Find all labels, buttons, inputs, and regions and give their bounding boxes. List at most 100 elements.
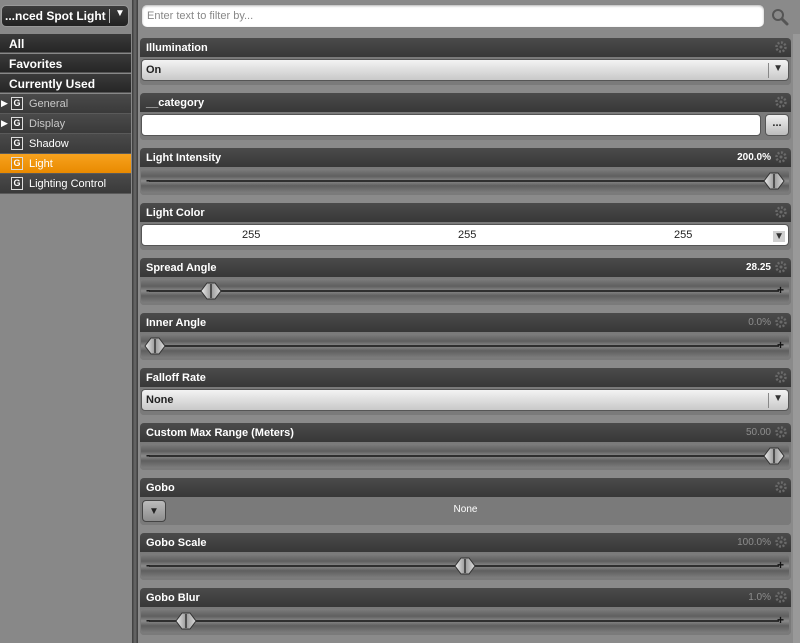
property-header: Spread Angle 28.25 [140, 258, 791, 277]
increment-icon[interactable]: + [777, 283, 784, 297]
increment-icon[interactable]: + [777, 613, 784, 627]
group-label: Shadow [29, 138, 69, 150]
property-header: Light Intensity 200.0% [140, 148, 791, 167]
left-panel: ...nced Spot Light ▼ All Favorites Curre… [0, 0, 132, 643]
dropdown-value: None [146, 394, 174, 406]
chevron-down-icon[interactable]: ▼ [773, 231, 785, 242]
properties-panel: Enter text to filter by... Illumination … [138, 0, 800, 643]
property-label: Inner Angle [146, 317, 207, 329]
browse-button[interactable]: ... [765, 114, 789, 136]
property-label: Spread Angle [146, 262, 217, 274]
filter-currently-used[interactable]: Currently Used [0, 74, 131, 93]
gear-icon[interactable] [774, 535, 788, 549]
filter-favorites[interactable]: Favorites [0, 54, 131, 73]
group-item-lighting-control[interactable]: G Lighting Control [0, 174, 131, 194]
search-input[interactable]: Enter text to filter by... [141, 4, 765, 28]
falloff-rate-dropdown[interactable]: None ▼ [141, 389, 789, 411]
property-header: Custom Max Range (Meters) 50.00 [140, 423, 791, 442]
property-value[interactable]: 0.0% [748, 317, 771, 328]
group-item-display[interactable]: ▶ G Display [0, 114, 131, 134]
property-header: Gobo Blur 1.0% [140, 588, 791, 607]
property-header: Inner Angle 0.0% [140, 313, 791, 332]
property-category: __category ... [140, 93, 791, 140]
property-label: Gobo Scale [146, 537, 207, 549]
gobo-scale-slider[interactable]: - + [141, 554, 789, 578]
property-gobo-blur: Gobo Blur 1.0% - + [140, 588, 791, 635]
node-selector-label: ...nced Spot Light [5, 9, 106, 23]
dropdown-separator [768, 393, 769, 408]
dropdown-separator [109, 9, 110, 23]
property-gobo: Gobo ▼ None [140, 478, 791, 525]
gear-icon[interactable] [774, 150, 788, 164]
node-selector-dropdown[interactable]: ...nced Spot Light ▼ [1, 5, 129, 27]
increment-icon[interactable]: + [777, 338, 784, 352]
group-icon: G [11, 157, 23, 170]
group-label: Lighting Control [29, 178, 107, 190]
gear-icon[interactable] [774, 370, 788, 384]
property-falloff-rate: Falloff Rate None ▼ [140, 368, 791, 415]
color-red-value[interactable]: 255 [242, 229, 260, 241]
property-spread-angle: Spread Angle 28.25 - + [140, 258, 791, 305]
property-header: Light Color [140, 203, 791, 222]
property-value[interactable]: 28.25 [746, 262, 771, 273]
gear-icon[interactable] [774, 205, 788, 219]
slider-knob[interactable] [144, 336, 166, 356]
property-value[interactable]: 100.0% [737, 537, 771, 548]
gear-icon[interactable] [774, 95, 788, 109]
slider-knob[interactable] [175, 611, 197, 631]
filter-all[interactable]: All [0, 34, 131, 53]
inner-angle-slider[interactable]: + [141, 334, 789, 358]
expand-arrow-icon[interactable]: ▶ [1, 98, 8, 109]
increment-icon[interactable]: + [777, 558, 784, 572]
property-value[interactable]: 200.0% [737, 152, 771, 163]
gobo-blur-slider[interactable]: - + [141, 609, 789, 633]
property-value[interactable]: 1.0% [748, 592, 771, 603]
search-icon[interactable] [771, 8, 789, 26]
slider-knob[interactable] [763, 446, 785, 466]
expand-arrow-icon[interactable]: ▶ [1, 118, 8, 129]
color-green-value[interactable]: 255 [458, 229, 476, 241]
property-value[interactable]: 50.00 [746, 427, 771, 438]
decrement-icon[interactable]: - [146, 448, 150, 462]
group-item-light[interactable]: G Light [0, 154, 131, 174]
property-header: Gobo [140, 478, 791, 497]
chevron-down-icon: ▼ [773, 393, 783, 404]
property-light-color: Light Color 255 255 255 ▼ [140, 203, 791, 250]
illumination-dropdown[interactable]: On ▼ [141, 59, 789, 81]
decrement-icon[interactable]: - [146, 613, 150, 627]
decrement-icon[interactable]: - [146, 173, 150, 187]
light-color-field[interactable]: 255 255 255 ▼ [141, 224, 789, 246]
gear-icon[interactable] [774, 260, 788, 274]
gear-icon[interactable] [774, 315, 788, 329]
property-header: Falloff Rate [140, 368, 791, 387]
scrollbar[interactable] [793, 34, 800, 643]
property-label: Illumination [146, 42, 208, 54]
custom-max-range-slider[interactable]: - [141, 444, 789, 468]
slider-knob[interactable] [453, 556, 476, 576]
decrement-icon[interactable]: - [146, 558, 150, 572]
gear-icon[interactable] [774, 40, 788, 54]
slider-track [149, 620, 779, 622]
chevron-down-icon: ▼ [115, 8, 125, 19]
group-item-shadow[interactable]: G Shadow [0, 134, 131, 154]
group-icon: G [11, 137, 23, 150]
color-blue-value[interactable]: 255 [674, 229, 692, 241]
property-custom-max-range: Custom Max Range (Meters) 50.00 - [140, 423, 791, 470]
property-label: Light Intensity [146, 152, 222, 164]
gear-icon[interactable] [774, 425, 788, 439]
slider-track [149, 345, 779, 347]
light-intensity-slider[interactable]: - [141, 169, 789, 193]
category-field[interactable] [141, 114, 761, 136]
chevron-down-icon: ▼ [773, 63, 783, 74]
group-label: Display [29, 118, 66, 130]
gear-icon[interactable] [774, 590, 788, 604]
dropdown-separator [768, 63, 769, 78]
slider-track [149, 455, 779, 457]
decrement-icon[interactable]: - [146, 283, 150, 297]
slider-knob[interactable] [763, 171, 785, 191]
gear-icon[interactable] [774, 480, 788, 494]
slider-knob[interactable] [200, 281, 222, 301]
property-inner-angle: Inner Angle 0.0% + [140, 313, 791, 360]
group-item-general[interactable]: ▶ G General [0, 94, 131, 114]
spread-angle-slider[interactable]: - + [141, 279, 789, 303]
